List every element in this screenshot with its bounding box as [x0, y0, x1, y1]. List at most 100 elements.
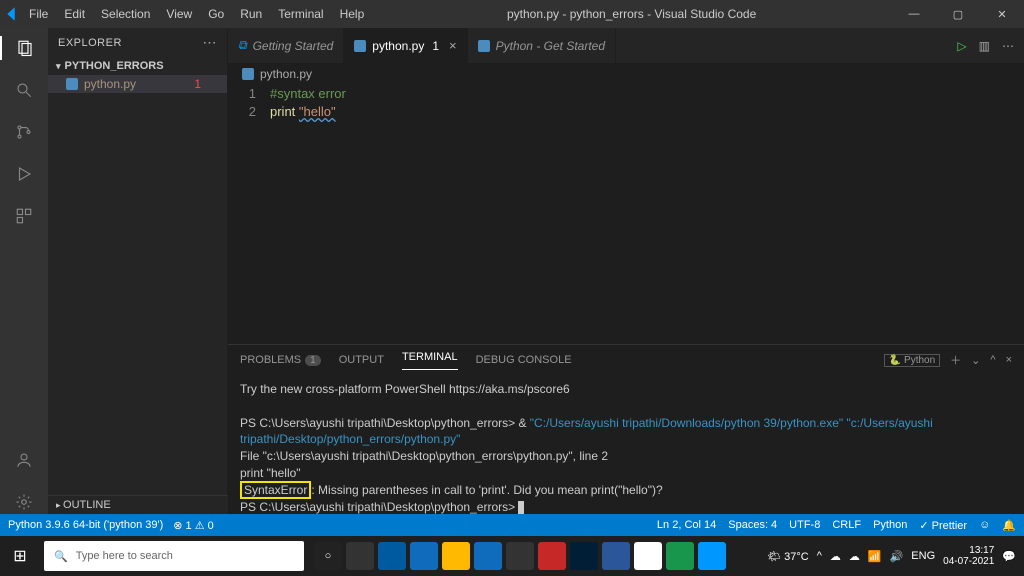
breadcrumb-item: python.py: [260, 67, 312, 81]
menu-run[interactable]: Run: [233, 3, 269, 25]
title-bar: File Edit Selection View Go Run Terminal…: [0, 0, 1024, 28]
status-cursor-pos[interactable]: Ln 2, Col 14: [657, 519, 716, 531]
tab-getting-started[interactable]: ⧉ Getting Started: [228, 28, 344, 63]
menu-view[interactable]: View: [159, 3, 199, 25]
search-icon[interactable]: [12, 78, 36, 102]
file-error-count: 1: [194, 77, 209, 91]
folder-header[interactable]: PYTHON_ERRORS: [48, 57, 227, 75]
editor-tabs: ⧉ Getting Started python.py 1 × Python -…: [228, 28, 1024, 63]
weather-widget[interactable]: 🌤 37°C: [767, 550, 809, 563]
taskbar-search[interactable]: 🔍 Type here to search: [44, 541, 304, 571]
terminal-selector[interactable]: 🐍Python: [884, 354, 941, 367]
code-editor[interactable]: 1 2 #syntax error print "hello": [228, 85, 1024, 344]
status-encoding[interactable]: UTF-8: [789, 519, 820, 531]
breadcrumb[interactable]: python.py: [228, 63, 1024, 85]
python-file-icon: [354, 40, 366, 52]
taskview-icon[interactable]: [346, 542, 374, 570]
code-line-1: #syntax error: [270, 86, 346, 101]
menu-terminal[interactable]: Terminal: [271, 3, 330, 25]
tray-volume-icon[interactable]: 🔊: [890, 550, 904, 563]
search-icon: 🔍: [54, 550, 68, 563]
split-editor-icon[interactable]: ▥: [979, 39, 990, 53]
panel-tab-output[interactable]: OUTPUT: [339, 354, 384, 366]
bottom-panel: PROBLEMS1 OUTPUT TERMINAL DEBUG CONSOLE …: [228, 344, 1024, 514]
app-icon[interactable]: [378, 542, 406, 570]
tray-clock[interactable]: 13:1704-07-2021: [943, 545, 994, 567]
terminal-body[interactable]: Try the new cross-platform PowerShell ht…: [228, 375, 1024, 514]
cursor-icon: [518, 501, 524, 514]
status-feedback-icon[interactable]: ☺: [979, 519, 990, 531]
extensions-icon[interactable]: [12, 204, 36, 228]
tab-error-count: 1: [432, 39, 439, 53]
explorer-more-icon[interactable]: ⋯: [203, 34, 218, 51]
explorer-title: EXPLORER: [58, 37, 122, 49]
app-icon[interactable]: [474, 542, 502, 570]
status-eol[interactable]: CRLF: [832, 519, 861, 531]
menu-help[interactable]: Help: [333, 3, 372, 25]
outline-section[interactable]: OUTLINE: [48, 495, 228, 514]
cortana-icon[interactable]: ○: [314, 542, 342, 570]
status-prettier[interactable]: ✓ Prettier: [919, 519, 967, 532]
tray-cloud-icon[interactable]: ☁: [830, 550, 841, 563]
app-icon[interactable]: [602, 542, 630, 570]
status-language[interactable]: Python: [873, 519, 907, 531]
status-python-interpreter[interactable]: Python 3.9.6 64-bit ('python 39'): [8, 519, 163, 531]
status-indent[interactable]: Spaces: 4: [728, 519, 777, 531]
source-control-icon[interactable]: [12, 120, 36, 144]
code-line-2-keyword: print: [270, 104, 295, 119]
more-icon[interactable]: ⋯: [1002, 39, 1014, 53]
menu-go[interactable]: Go: [201, 3, 231, 25]
python-file-icon: [242, 68, 254, 80]
tab-python-py[interactable]: python.py 1 ×: [344, 28, 467, 63]
panel-tab-debug[interactable]: DEBUG CONSOLE: [476, 354, 572, 366]
app-icon[interactable]: [570, 542, 598, 570]
app-icon[interactable]: [410, 542, 438, 570]
tray-chevron-icon[interactable]: ^: [817, 550, 822, 562]
panel-tab-terminal[interactable]: TERMINAL: [402, 351, 458, 370]
app-icon[interactable]: [634, 542, 662, 570]
tab-label: Getting Started: [253, 39, 334, 53]
search-placeholder: Type here to search: [76, 550, 173, 562]
tray-wifi-icon[interactable]: 📶: [868, 550, 882, 563]
app-icon[interactable]: [506, 542, 534, 570]
status-problems[interactable]: ⊗ 1 ⚠ 0: [173, 519, 213, 532]
menu-edit[interactable]: Edit: [57, 3, 92, 25]
app-icon[interactable]: [442, 542, 470, 570]
close-panel-icon[interactable]: ×: [1006, 354, 1012, 366]
minimize-button[interactable]: —: [892, 0, 936, 28]
panel-tab-problems[interactable]: PROBLEMS1: [240, 354, 321, 366]
file-item[interactable]: python.py 1: [48, 75, 227, 93]
start-button[interactable]: ⊞: [0, 536, 40, 576]
status-notifications-icon[interactable]: 🔔: [1002, 519, 1016, 532]
terminal-dropdown-icon[interactable]: ⌄: [971, 354, 980, 367]
run-debug-icon[interactable]: [12, 162, 36, 186]
explorer-icon[interactable]: [0, 36, 48, 60]
tray-onedrive-icon[interactable]: ☁: [849, 550, 860, 563]
python-icon: 🐍: [889, 355, 901, 366]
window-title: python.py - python_errors - Visual Studi…: [371, 7, 892, 21]
account-icon[interactable]: [12, 448, 36, 472]
settings-icon[interactable]: [12, 490, 36, 514]
maximize-button[interactable]: ▢: [936, 0, 980, 28]
syntax-error-highlight: SyntaxError: [240, 481, 311, 499]
vscode-logo: [0, 5, 22, 23]
menu-selection[interactable]: Selection: [94, 3, 157, 25]
python-file-icon: [66, 78, 78, 90]
app-icon[interactable]: [666, 542, 694, 570]
terminal-line: SyntaxError: Missing parentheses in call…: [240, 482, 1012, 499]
menu-file[interactable]: File: [22, 3, 55, 25]
editor-area: ⧉ Getting Started python.py 1 × Python -…: [228, 28, 1024, 514]
new-terminal-icon[interactable]: ＋: [950, 352, 961, 368]
app-icon[interactable]: [698, 542, 726, 570]
run-code-icon[interactable]: ▷: [957, 39, 966, 53]
maximize-panel-icon[interactable]: ^: [990, 354, 995, 366]
tray-notifications-icon[interactable]: 💬: [1002, 550, 1016, 563]
close-window-button[interactable]: ✕: [980, 0, 1024, 28]
tray-language[interactable]: ENG: [911, 550, 935, 562]
file-name: python.py: [84, 77, 136, 91]
tab-python-get-started[interactable]: Python - Get Started: [468, 28, 616, 63]
terminal-line: print "hello": [240, 465, 1012, 482]
app-icon[interactable]: [538, 542, 566, 570]
terminal-line: File "c:\Users\ayushi tripathi\Desktop\p…: [240, 448, 1012, 465]
close-tab-icon[interactable]: ×: [449, 38, 457, 53]
